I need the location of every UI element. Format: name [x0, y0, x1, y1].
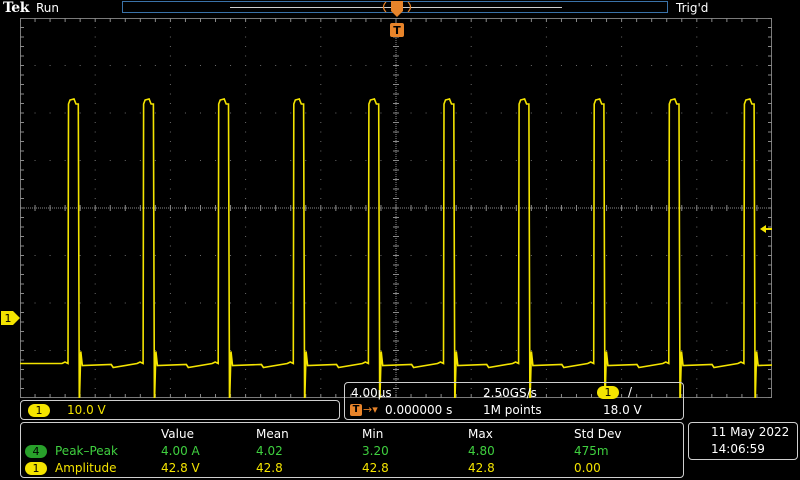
- meas-max: 4.80: [468, 444, 495, 458]
- channel-1-ground-marker[interactable]: 1: [0, 310, 22, 326]
- clock-box[interactable]: 11 May 2022 14:06:59: [688, 422, 798, 460]
- rising-edge-icon: /: [628, 385, 633, 399]
- svg-text:T: T: [393, 24, 401, 37]
- timebase: 4.00µs: [351, 386, 392, 400]
- meas-mean: 4.02: [256, 444, 283, 458]
- run-state[interactable]: Run: [36, 1, 59, 15]
- meas-mean: 42.8: [256, 461, 283, 475]
- meas-min: 3.20: [362, 444, 389, 458]
- col-mean: Mean: [256, 427, 289, 441]
- trigger-position-icon: T: [350, 404, 362, 416]
- trigger-position-marker[interactable]: T: [379, 0, 415, 40]
- horizontal-position: 0.000000 s: [385, 403, 453, 417]
- channel-1-badge: 1: [25, 462, 47, 475]
- measurements-panel[interactable]: Value Mean Min Max Std Dev 4 Peak–Peak 4…: [20, 422, 684, 478]
- brand-logo: Tek: [3, 0, 29, 16]
- channel-1-badge: 1: [28, 404, 50, 417]
- meas-std: 475m: [574, 444, 609, 458]
- meas-name: Amplitude: [55, 461, 117, 475]
- svg-text:1: 1: [5, 312, 12, 325]
- meas-name: Peak–Peak: [55, 444, 118, 458]
- sample-rate: 2.50GS/s: [483, 386, 537, 400]
- meas-std: 0.00: [574, 461, 601, 475]
- trigger-source-badge: 1: [597, 386, 619, 399]
- meas-min: 42.8: [362, 461, 389, 475]
- waveform-display[interactable]: [20, 18, 772, 398]
- channel-1-scale: 10.0 V: [67, 403, 106, 417]
- channel-1-scale-box[interactable]: 1 10.0 V: [20, 400, 340, 420]
- date: 11 May 2022: [711, 425, 790, 439]
- col-min: Min: [362, 427, 384, 441]
- record-length: 1M points: [483, 403, 542, 417]
- col-std-dev: Std Dev: [574, 427, 622, 441]
- col-max: Max: [468, 427, 493, 441]
- meas-max: 42.8: [468, 461, 495, 475]
- arrow-icon: →▾: [363, 403, 378, 416]
- meas-value: 42.8 V: [161, 461, 200, 475]
- time: 14:06:59: [711, 442, 765, 456]
- acquisition-box[interactable]: 4.00µs 2.50GS/s 1 / T →▾ 0.000000 s 1M p…: [344, 382, 684, 420]
- trigger-level: 18.0 V: [603, 403, 642, 417]
- trigger-state: Trig'd: [676, 1, 709, 15]
- trigger-level-marker[interactable]: [759, 222, 773, 236]
- col-value: Value: [161, 427, 194, 441]
- graticule-grid: [20, 18, 772, 398]
- meas-value: 4.00 A: [161, 444, 200, 458]
- channel-4-badge: 4: [25, 445, 47, 458]
